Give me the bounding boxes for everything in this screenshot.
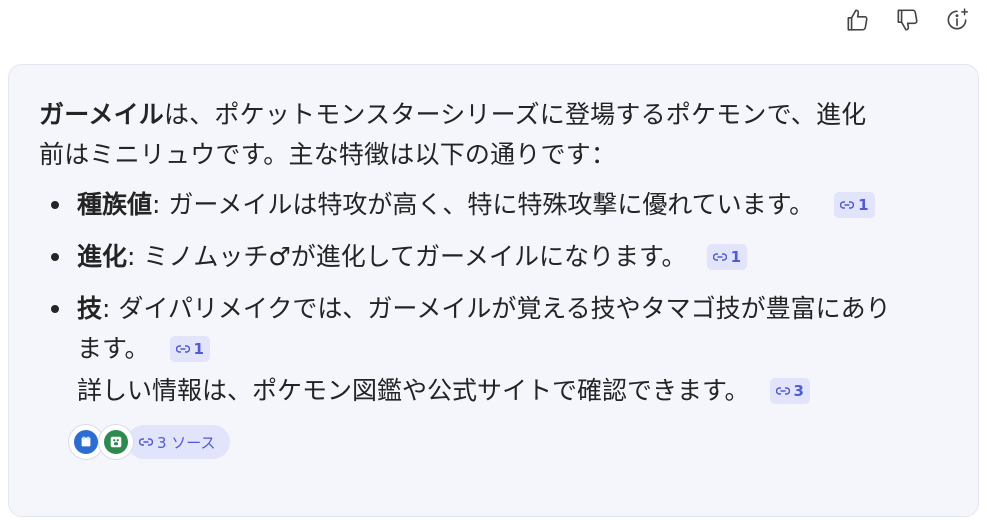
citation-chip[interactable]: 1 — [169, 336, 210, 362]
link-icon — [712, 253, 727, 261]
bullet-text: : ミノムッチ♂が進化してガーメイルになります。 — [127, 242, 687, 271]
followup-text: 詳しい情報は、ポケモン図鑑や公式サイトで確認できます。 3 — [77, 371, 946, 411]
intro-text-line1: は、ポケットモンスターシリーズに登場するポケモンで、進化 — [164, 100, 867, 129]
followup-sentence: 詳しい情報は、ポケモン図鑑や公式サイトで確認できます。 — [77, 376, 750, 405]
answer-card: ガーメイルは、ポケットモンスターシリーズに登場するポケモンで、進化 前はミニリュ… — [8, 64, 979, 517]
bullet-text-line1: : ダイパリメイクでは、ガーメイルが覚える技やタマゴ技が豊富にあり — [102, 294, 891, 323]
feedback-toolbar — [841, 2, 973, 38]
bullet-term: 種族値 — [77, 190, 153, 219]
thumbs-up-icon — [847, 9, 868, 31]
link-icon — [175, 345, 190, 353]
intro-bold-term: ガーメイル — [39, 100, 165, 129]
feature-list: 種族値: ガーメイルは特攻が高く、特に特殊攻撃に優れています。 1 進化: ミノム… — [39, 185, 946, 411]
bullet-text-line2: ます。 — [77, 334, 150, 363]
sources-button[interactable]: 3 ソース — [127, 425, 230, 459]
citation-number: 1 — [193, 340, 204, 358]
citation-number: 3 — [793, 382, 804, 400]
link-icon — [840, 201, 855, 209]
source-favicon[interactable] — [99, 425, 133, 459]
link-icon — [139, 438, 153, 446]
citation-chip[interactable]: 1 — [706, 244, 747, 270]
citation-chip[interactable]: 3 — [769, 378, 810, 404]
document-icon — [74, 430, 98, 454]
citation-chip[interactable]: 1 — [834, 192, 875, 218]
sparkle-info-icon — [947, 8, 969, 30]
list-item: 進化: ミノムッチ♂が進化してガーメイルになります。 1 — [39, 237, 946, 277]
thumbs-down-button[interactable] — [891, 2, 923, 38]
citation-number: 1 — [858, 196, 869, 214]
list-item: 技: ダイパリメイクでは、ガーメイルが覚える技やタマゴ技が豊富にあり ます。 1 … — [39, 289, 946, 411]
thumbs-down-icon — [897, 9, 918, 31]
citation-number: 1 — [730, 248, 741, 266]
bullet-term: 技 — [77, 294, 103, 323]
intro-text-line2: 前はミニリュウです。主な特徴は以下の通りです： — [39, 140, 617, 169]
sources-row: 3 ソース — [69, 423, 946, 461]
pawprint-icon — [104, 430, 128, 454]
info-button[interactable] — [941, 2, 973, 38]
sources-label: 3 ソース — [157, 433, 216, 452]
answer-intro: ガーメイルは、ポケットモンスターシリーズに登場するポケモンで、進化 前はミニリュ… — [39, 95, 946, 175]
link-icon — [775, 387, 790, 395]
bullet-term: 進化 — [77, 242, 128, 271]
bullet-text: : ガーメイルは特攻が高く、特に特殊攻撃に優れています。 — [152, 190, 815, 219]
source-favicon[interactable] — [69, 425, 103, 459]
thumbs-up-button[interactable] — [841, 2, 873, 38]
list-item: 種族値: ガーメイルは特攻が高く、特に特殊攻撃に優れています。 1 — [39, 185, 946, 225]
